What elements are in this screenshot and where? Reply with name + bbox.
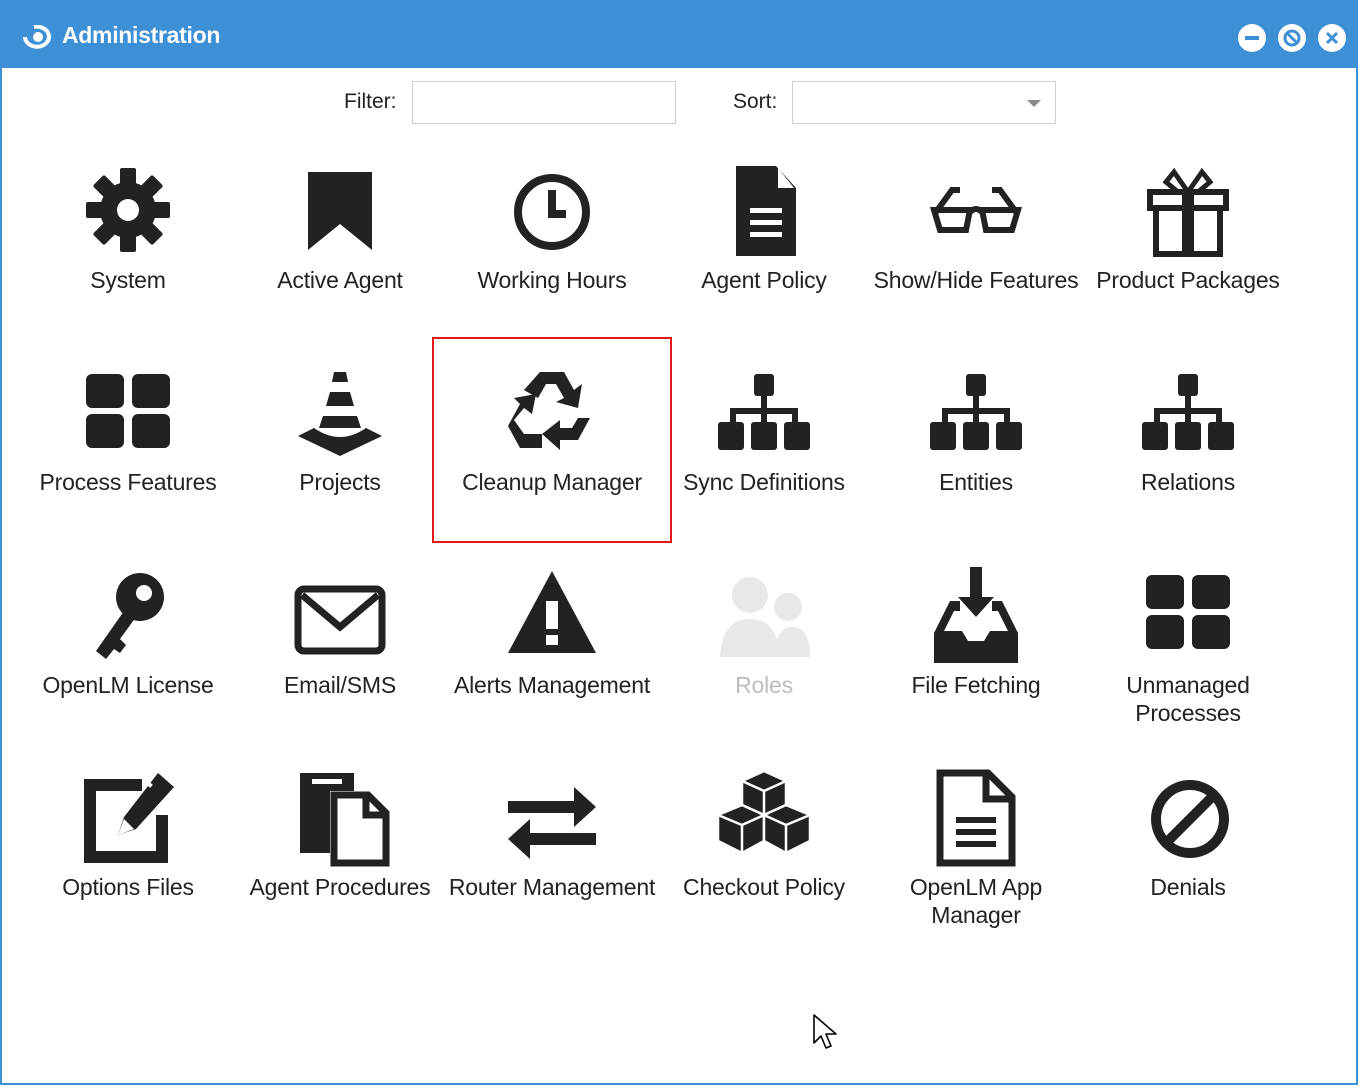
tile-roles[interactable]: Roles [658, 567, 870, 747]
tile-process-features[interactable]: Process Features [22, 364, 234, 544]
tile-label: Entities [939, 469, 1013, 495]
recycle-icon [508, 372, 590, 450]
tile-file-fetching[interactable]: File Fetching [870, 567, 1082, 747]
cubes-icon [716, 769, 812, 855]
tile-label: OpenLM License [42, 672, 214, 698]
traffic-cone-icon [298, 372, 382, 456]
restore-button[interactable] [1278, 24, 1306, 52]
gear-icon [86, 168, 170, 252]
clock-icon [514, 174, 590, 250]
close-button[interactable] [1318, 24, 1346, 52]
chevron-down-icon [1027, 100, 1041, 107]
warning-icon [508, 571, 596, 653]
close-icon [1325, 31, 1339, 45]
tile-label: Working Hours [477, 267, 627, 293]
sitemap-icon [1142, 374, 1234, 450]
restore-icon [1283, 29, 1301, 47]
tile-alerts-management[interactable]: Alerts Management [446, 567, 658, 747]
filter-input[interactable] [412, 81, 676, 124]
sitemap-icon [930, 374, 1022, 450]
document-icon [736, 166, 796, 256]
tile-options-files[interactable]: Options Files [22, 769, 234, 949]
window-title: Administration [62, 22, 221, 48]
openlm-logo-icon [23, 25, 51, 49]
tile-label: Roles [735, 672, 793, 698]
tile-openlm-license[interactable]: OpenLM License [22, 567, 234, 747]
download-tray-icon [934, 567, 1018, 663]
tile-label: Product Packages [1096, 267, 1280, 293]
tile-relations[interactable]: Relations [1082, 364, 1294, 544]
tile-agent-procedures[interactable]: Agent Procedures [234, 769, 446, 949]
tile-show-hide-features[interactable]: Show/Hide Features [870, 162, 1082, 342]
tile-agent-policy[interactable]: Agent Policy [658, 162, 870, 342]
minimize-icon [1245, 36, 1259, 40]
grid-icon [1146, 575, 1230, 649]
tile-working-hours[interactable]: Working Hours [446, 162, 658, 342]
tile-unmanaged-processes[interactable]: Unmanaged Processes [1082, 567, 1294, 747]
tile-label: File Fetching [911, 672, 1041, 698]
mouse-cursor-icon [813, 1014, 837, 1049]
edit-icon [84, 773, 174, 863]
sitemap-icon [718, 374, 810, 450]
tile-checkout-policy[interactable]: Checkout Policy [658, 769, 870, 949]
tile-product-packages[interactable]: Product Packages [1082, 162, 1294, 342]
administration-window: Administration Filter: Sort: System Acti… [0, 0, 1358, 1085]
tile-label: Projects [299, 469, 381, 495]
minimize-button[interactable] [1238, 24, 1266, 52]
filter-label: Filter: [344, 90, 397, 113]
tile-label: Relations [1140, 469, 1236, 495]
sort-select[interactable] [792, 81, 1056, 124]
tile-projects[interactable]: Projects [234, 364, 446, 544]
tile-label: Agent Policy [701, 267, 827, 293]
glasses-icon [929, 187, 1023, 233]
tile-label: System [90, 267, 166, 293]
toolbar: Filter: Sort: [2, 68, 1356, 138]
tile-label: Email/SMS [284, 672, 396, 698]
tile-label: Router Management [448, 874, 656, 900]
sort-label: Sort: [733, 90, 778, 113]
tile-label: Cleanup Manager [462, 469, 642, 495]
file-text-icon [936, 769, 1016, 867]
bookmark-icon [308, 172, 372, 250]
users-icon [720, 577, 810, 657]
tile-label: Alerts Management [453, 672, 651, 698]
ban-icon [1151, 780, 1229, 858]
tile-entities[interactable]: Entities [870, 364, 1082, 544]
tile-denials[interactable]: Denials [1082, 769, 1294, 949]
tile-system[interactable]: System [22, 162, 234, 342]
tile-sync-definitions[interactable]: Sync Definitions [658, 364, 870, 544]
copy-icon [300, 773, 390, 867]
tile-label: OpenLM App Manager [909, 874, 1043, 928]
gift-icon [1147, 167, 1229, 257]
tile-email-sms[interactable]: Email/SMS [234, 567, 446, 747]
tile-label: Checkout Policy [683, 874, 845, 900]
tile-label: Show/Hide Features [873, 267, 1079, 293]
tile-router-management[interactable]: Router Management [446, 769, 658, 949]
tile-label: Denials [1150, 874, 1226, 900]
tile-label: Active Agent [277, 267, 403, 293]
tile-label: Options Files [62, 874, 194, 900]
exchange-icon [508, 787, 596, 859]
tile-label: Sync Definitions [683, 469, 845, 495]
tile-active-agent[interactable]: Active Agent [234, 162, 446, 342]
tile-label: Unmanaged Processes [1126, 672, 1250, 726]
tile-openlm-app-manager[interactable]: OpenLM App Manager [870, 769, 1082, 949]
grid-icon [86, 374, 170, 448]
title-bar[interactable]: Administration [2, 2, 1356, 68]
tile-cleanup-manager[interactable]: Cleanup Manager [446, 364, 658, 544]
tile-label: Agent Procedures [249, 874, 431, 900]
envelope-icon [294, 585, 386, 655]
tile-label: Process Features [39, 469, 217, 495]
key-icon [96, 573, 164, 659]
